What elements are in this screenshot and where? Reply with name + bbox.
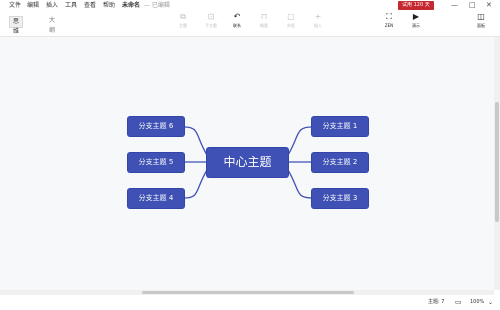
zoom-chevron-icon[interactable]: ⌄ xyxy=(488,295,493,310)
central-topic[interactable]: 中心主题 xyxy=(207,148,288,177)
connector-branch-4 xyxy=(183,169,208,199)
vertical-scroll-thumb[interactable] xyxy=(495,102,499,222)
branch-topic-6[interactable]: 分支主题 6 xyxy=(128,117,184,136)
branch-topic-5[interactable]: 分支主题 5 xyxy=(128,153,184,172)
map-icon[interactable]: ▭ xyxy=(455,295,462,310)
connector-branch-1 xyxy=(287,126,313,156)
zoom-level[interactable]: 100% xyxy=(470,295,484,310)
connector-branch-6 xyxy=(183,126,208,156)
branch-topic-2[interactable]: 分支主题 2 xyxy=(312,153,368,172)
branch-topic-3[interactable]: 分支主题 3 xyxy=(312,189,368,208)
topic-count: 主题: 7 xyxy=(428,299,445,305)
connector-branch-3 xyxy=(287,169,313,199)
branch-topic-1[interactable]: 分支主题 1 xyxy=(312,117,368,136)
status-bar: 主题: 7 ▭ 100% ⌄ xyxy=(0,295,500,310)
branch-topic-4[interactable]: 分支主题 4 xyxy=(128,189,184,208)
horizontal-scroll-thumb[interactable] xyxy=(142,291,354,294)
